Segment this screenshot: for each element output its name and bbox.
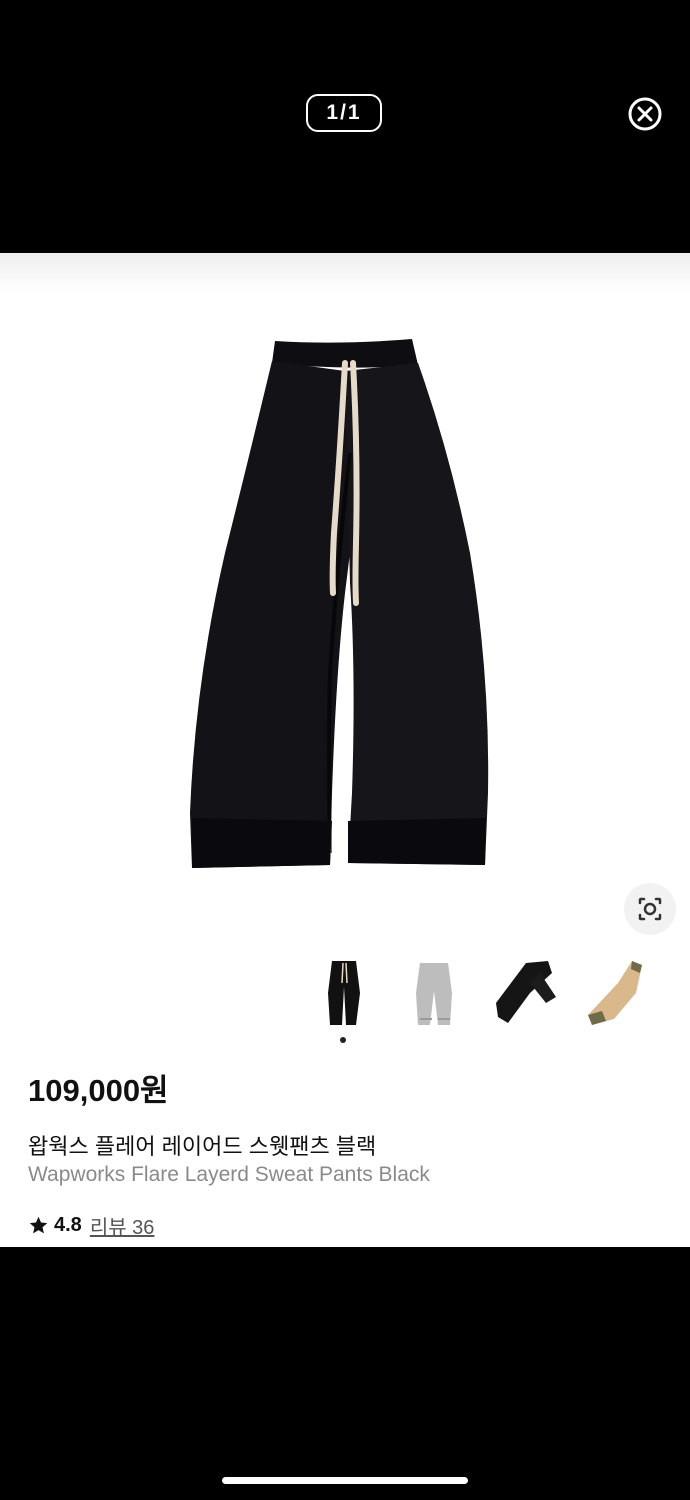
thumbnail-strip bbox=[306, 953, 666, 1033]
review-count-link[interactable]: 리뷰 36 bbox=[90, 1211, 155, 1240]
lens-icon bbox=[638, 897, 662, 921]
thumbnail-black-pants-angle[interactable] bbox=[486, 953, 566, 1033]
visual-search-button[interactable] bbox=[624, 883, 676, 935]
star-icon bbox=[29, 1216, 48, 1233]
viewer-top-bar: 1/1 bbox=[0, 0, 690, 253]
product-name-korean: 왑웍스 플레어 레이어드 스웻팬츠 블랙 bbox=[28, 1134, 377, 1159]
thumbnail-beige-pants[interactable] bbox=[576, 953, 656, 1033]
product-card: 109,000원 왑웍스 플레어 레이어드 스웻팬츠 블랙 Wapworks F… bbox=[0, 253, 690, 1247]
image-counter: 1/1 bbox=[306, 94, 382, 132]
close-icon[interactable] bbox=[627, 96, 663, 132]
thumbnail-indicator-dot bbox=[340, 1037, 346, 1043]
thumbnail-gray-pants[interactable] bbox=[396, 953, 476, 1033]
thumbnail-black-pants[interactable] bbox=[306, 953, 386, 1033]
rating-value: 4.8 bbox=[54, 1213, 82, 1236]
rating-row: 4.8 리뷰 36 bbox=[28, 1211, 154, 1239]
product-price: 109,000원 bbox=[28, 1073, 169, 1108]
product-name-english: Wapworks Flare Layerd Sweat Pants Black bbox=[28, 1163, 430, 1186]
product-image[interactable] bbox=[0, 253, 690, 943]
home-indicator[interactable] bbox=[222, 1477, 468, 1484]
